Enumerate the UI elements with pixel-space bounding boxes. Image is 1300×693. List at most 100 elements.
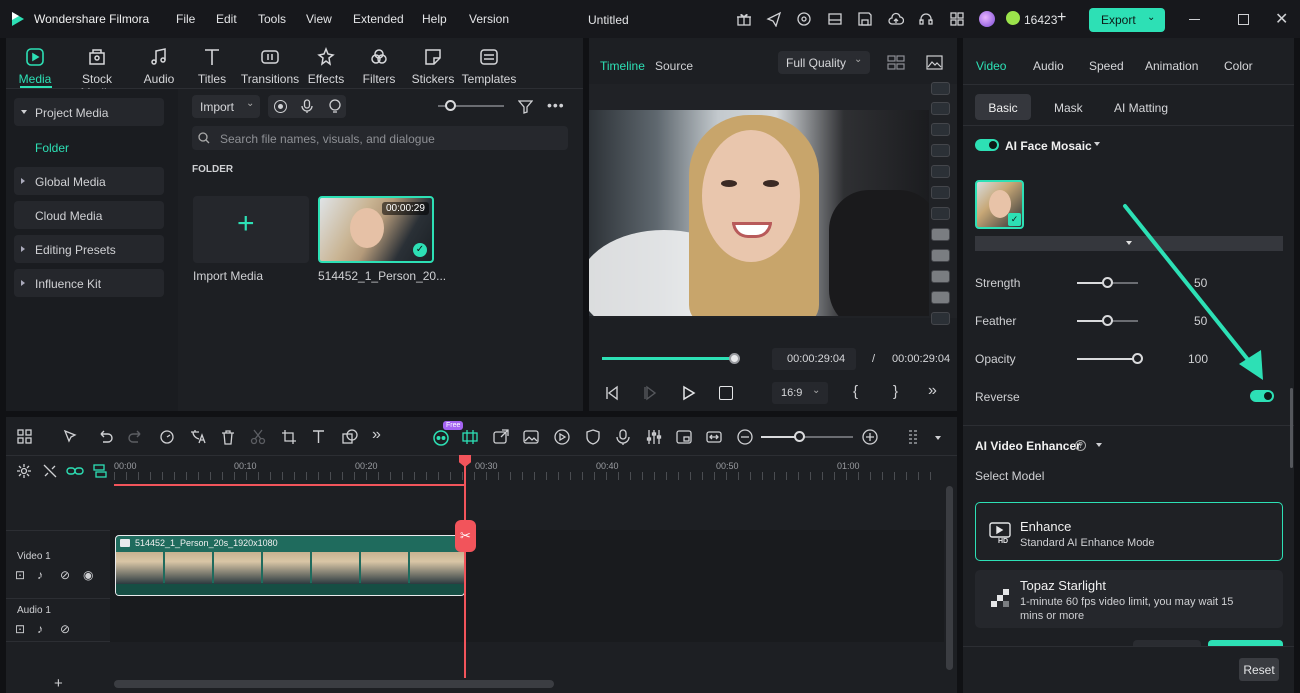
filter-icon[interactable] (518, 99, 533, 114)
subtab-basic[interactable]: Basic (975, 94, 1031, 120)
community-icon[interactable] (796, 11, 812, 27)
import-dropdown[interactable]: Import ⌄ (192, 95, 260, 118)
replace-icon[interactable] (705, 428, 723, 446)
microphone-icon[interactable] (300, 99, 314, 114)
menu-view[interactable]: View (306, 12, 332, 26)
model-topaz-card[interactable]: Topaz Starlight 1-minute 60 fps video li… (975, 570, 1283, 628)
mark-out-icon[interactable]: } (893, 383, 898, 400)
eye-icon[interactable]: ◉ (83, 568, 93, 582)
ai-robot-icon[interactable] (431, 427, 451, 447)
more-options-icon[interactable]: ••• (547, 97, 565, 113)
zoom-slider[interactable] (761, 436, 853, 438)
help-icon[interactable]: ? (1075, 440, 1086, 451)
export-frame-icon[interactable] (492, 428, 510, 446)
track-settings-icon[interactable] (906, 428, 924, 446)
zoom-in-icon[interactable] (861, 428, 879, 446)
speed-ramp-icon[interactable] (158, 428, 176, 446)
export-button[interactable]: Export ⌄ (1089, 8, 1165, 32)
playback-progress-track[interactable] (602, 357, 734, 360)
reverse-toggle[interactable] (1250, 390, 1274, 402)
feather-knob[interactable] (1101, 315, 1113, 326)
zoom-knob[interactable] (794, 431, 805, 442)
layout-grid-icon[interactable] (16, 428, 34, 446)
speed-icon[interactable] (553, 428, 571, 446)
select-pointer-icon[interactable] (62, 428, 80, 446)
tab-effects[interactable]: Effects (298, 44, 354, 88)
subtab-ai-matting[interactable]: AI Matting (1114, 101, 1168, 115)
close-icon[interactable]: ✕ (1275, 9, 1288, 29)
playhead-line[interactable] (464, 456, 466, 678)
link-icon[interactable] (66, 463, 84, 479)
add-track-button[interactable]: + (54, 675, 63, 692)
split-scissors-icon[interactable]: ✂ (455, 520, 476, 552)
snapshot-icon[interactable] (926, 55, 943, 70)
import-media-tile[interactable]: + (193, 196, 309, 263)
auto-cut-icon[interactable] (461, 428, 479, 446)
speaker-icon[interactable]: ♪ (37, 568, 43, 582)
tab-filters[interactable]: Filters (351, 44, 407, 88)
stop-icon[interactable] (719, 386, 733, 400)
dropdown-triangle-icon[interactable] (935, 436, 941, 440)
menu-help[interactable]: Help (422, 12, 447, 26)
layout-icon[interactable] (827, 11, 843, 27)
pip-icon[interactable] (675, 428, 693, 446)
nav-project-media[interactable]: Project Media (14, 98, 164, 126)
zoom-out-icon[interactable] (736, 428, 754, 446)
mark-in-icon[interactable]: { (853, 383, 858, 400)
detected-face-thumbnail[interactable]: ✓ (975, 180, 1024, 229)
subtab-mask[interactable]: Mask (1054, 101, 1083, 115)
more-controls-icon[interactable]: » (928, 382, 937, 400)
split-scissors-icon[interactable] (249, 428, 267, 446)
tab-templates[interactable]: Templates (459, 44, 519, 88)
timeline-settings-icon[interactable] (16, 463, 32, 479)
tab-source[interactable]: Source (655, 59, 693, 73)
send-icon[interactable] (766, 11, 782, 27)
tab-timeline[interactable]: Timeline (600, 59, 645, 73)
current-time-field[interactable]: 00:00:29:04 (772, 348, 856, 370)
model-enhance-card[interactable]: HD Enhance Standard AI Enhance Mode (975, 502, 1283, 561)
timeline-vertical-scrollbar[interactable] (946, 486, 953, 670)
save-icon[interactable] (857, 11, 873, 27)
playhead-knob[interactable] (729, 353, 740, 364)
audio-mixer-icon[interactable] (645, 428, 663, 446)
clip-thumbnail[interactable]: 00:00:29 ✓ (318, 196, 434, 263)
crop-icon[interactable] (280, 428, 298, 446)
headset-icon[interactable] (918, 11, 934, 27)
tab-stock-media[interactable]: Stock Media (66, 44, 128, 100)
avatar[interactable] (979, 11, 995, 27)
quality-dropdown[interactable]: Full Quality ⌄ (778, 51, 870, 74)
redo-icon[interactable] (127, 428, 145, 446)
translate-icon[interactable] (189, 428, 207, 446)
undo-icon[interactable] (96, 428, 114, 446)
speaker-icon[interactable]: ♪ (37, 622, 43, 636)
unlink-icon[interactable] (42, 463, 58, 479)
gift-icon[interactable] (736, 11, 752, 27)
tab-animation[interactable]: Animation (1145, 59, 1198, 73)
cloud-upload-icon[interactable] (888, 11, 904, 27)
nav-cloud-media[interactable]: Cloud Media (14, 201, 164, 229)
thumbnail-size-knob[interactable] (445, 100, 456, 111)
tab-stickers[interactable]: Stickers (405, 44, 461, 88)
aspect-ratio-dropdown[interactable]: 16:9 ⌄ (772, 382, 828, 404)
nav-editing-presets[interactable]: Editing Presets (14, 235, 164, 263)
tab-media[interactable]: Media (6, 44, 64, 88)
tab-titles[interactable]: Titles (184, 44, 240, 88)
tab-speed[interactable]: Speed (1089, 59, 1124, 73)
mute-icon[interactable]: ⊘ (60, 568, 70, 582)
expand-triangle-icon[interactable] (1096, 443, 1102, 447)
maximize-icon[interactable] (1238, 14, 1249, 25)
grid-view-icon[interactable] (887, 55, 905, 70)
record-screen-icon[interactable] (274, 100, 287, 113)
tab-color[interactable]: Color (1224, 59, 1253, 73)
next-frame-icon[interactable] (642, 385, 658, 401)
menu-tools[interactable]: Tools (258, 12, 286, 26)
expand-triangle-icon[interactable] (1094, 142, 1100, 146)
tab-audio-props[interactable]: Audio (1033, 59, 1064, 73)
ai-face-mosaic-toggle[interactable] (975, 139, 999, 151)
add-credits-icon[interactable]: + (1057, 9, 1066, 27)
nav-influence-kit[interactable]: Influence Kit (14, 269, 164, 297)
apps-grid-icon[interactable] (949, 11, 965, 27)
mute-icon[interactable]: ⊘ (60, 622, 70, 636)
menu-version[interactable]: Version (469, 12, 509, 26)
menu-file[interactable]: File (176, 12, 195, 26)
